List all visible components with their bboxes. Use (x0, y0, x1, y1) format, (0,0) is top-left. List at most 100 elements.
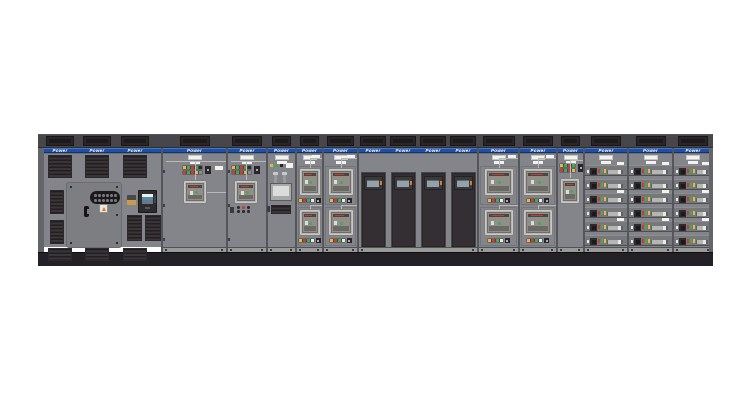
control-switch (316, 198, 321, 203)
section-divider (295, 148, 297, 252)
pilot-light (690, 183, 692, 187)
kick-screw (631, 249, 633, 251)
switch-dot (546, 200, 548, 202)
feeder-section-1: Power (162, 134, 227, 266)
bus-line (341, 205, 359, 206)
pilot-light (334, 239, 337, 242)
roof-vent (300, 136, 319, 146)
control-doors: PowerPowerPowerPower (358, 134, 478, 266)
drawer-tag (676, 184, 678, 187)
pilot-light (199, 166, 202, 169)
drawer-tag (631, 170, 633, 173)
drawer-tag (587, 212, 589, 215)
drawer-breaker (679, 238, 686, 245)
handle-cap (703, 212, 706, 216)
screen-line (367, 180, 379, 181)
kick-screw (317, 249, 319, 251)
drawer-handle (608, 198, 618, 202)
push-button (247, 206, 250, 209)
bus-line (310, 205, 324, 206)
hinge-dot (163, 238, 165, 241)
pilot-light (690, 197, 692, 201)
drawer-breaker-face (681, 212, 685, 216)
kick-screw (481, 249, 483, 251)
pilot-light (299, 239, 302, 242)
control-switch (505, 238, 510, 243)
pilot-light (604, 211, 606, 215)
kick-screw (352, 249, 354, 251)
breaker-face (487, 171, 511, 193)
pilot-light (492, 199, 495, 202)
switch-dot (317, 200, 319, 202)
drawer-tag (587, 226, 589, 229)
hinge-dot (163, 204, 165, 207)
pilot-light (311, 199, 314, 202)
drawer-unit (629, 221, 672, 232)
drawer-handle (652, 240, 663, 244)
handle-notch (87, 209, 90, 214)
roof-vent (561, 136, 580, 146)
circuit-breaker (484, 209, 514, 236)
breaker-chip (531, 221, 534, 225)
kick-screw (326, 249, 328, 251)
breaker-bottom-strip (333, 226, 349, 231)
breaker-face (331, 212, 351, 233)
viewport-dot (102, 194, 105, 197)
pilot-light (693, 169, 695, 173)
roof-vent (232, 136, 262, 146)
switch-dot (580, 167, 582, 169)
kick-screw (261, 249, 263, 251)
pilot-light (642, 183, 644, 187)
pilot-light (645, 239, 647, 243)
breaker-status-lamp (340, 222, 343, 225)
drawer-tag (587, 240, 589, 243)
drawer-handle (608, 184, 618, 188)
pilot-light (531, 239, 534, 242)
drawer-tag (631, 226, 633, 229)
breaker-label-strip (489, 214, 509, 217)
pilot-light (280, 164, 283, 167)
pilot-light (187, 166, 190, 169)
drawer-breaker-face (636, 212, 640, 216)
control-switch (544, 198, 549, 203)
breaker-chip (531, 180, 534, 184)
handle-cap (703, 240, 706, 244)
control-door (421, 172, 446, 248)
pilot-light (693, 197, 695, 201)
drawer-unit (629, 193, 672, 204)
vent-louver (127, 215, 142, 241)
breaker-bottom-strip (528, 186, 548, 191)
pilot-light (648, 183, 650, 187)
handle-cap (618, 170, 621, 174)
handle-cap (618, 198, 621, 202)
roof-vent (360, 136, 386, 146)
handle-cap (618, 240, 621, 244)
section-divider (266, 148, 268, 252)
handle-cap (663, 198, 666, 202)
brand-logo: Power (120, 148, 150, 153)
brand-logo: Power (82, 148, 112, 153)
breaker-label-strip (333, 214, 349, 217)
switch-dot (506, 200, 508, 202)
breaker-bottom-strip (489, 186, 509, 191)
roof-vent-grille (235, 139, 259, 143)
feeder-duplex-1: Power (296, 134, 323, 266)
door-screw (116, 214, 118, 216)
screen-line (457, 180, 469, 181)
pilot-light (648, 169, 650, 173)
switch-dot (506, 240, 508, 242)
kick-screw (361, 249, 363, 251)
breaker-bottom-strip (304, 226, 316, 231)
pilot-light (236, 171, 239, 174)
breaker-red-mark (241, 186, 249, 187)
drawer-breaker-face (592, 170, 596, 174)
hinge-dot (228, 238, 230, 241)
display-screen (457, 180, 469, 187)
tag-label (617, 190, 624, 193)
section-divider (477, 148, 479, 252)
breaker-red-mark (492, 215, 504, 216)
pilot-light (648, 197, 650, 201)
pilot-light (604, 239, 606, 243)
mcc-section-3: Power (673, 134, 713, 266)
breaker-status-lamp (498, 181, 501, 184)
